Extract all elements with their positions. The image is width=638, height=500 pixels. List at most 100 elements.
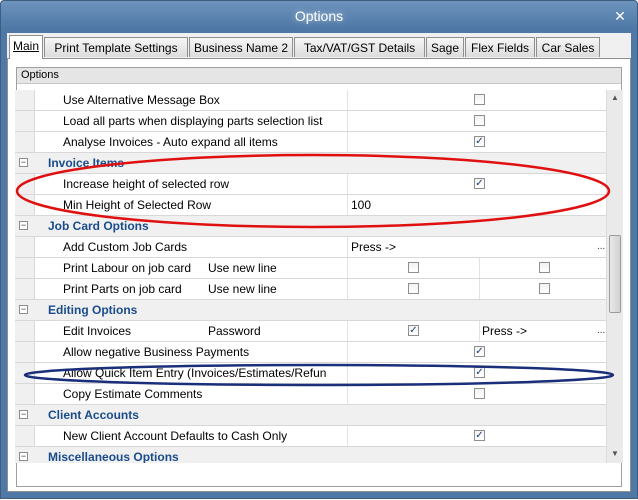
window-title: Options xyxy=(294,8,344,24)
ellipsis-button[interactable]: ... xyxy=(597,325,605,336)
row-add-custom-job-cards: Add Custom Job Cards Press -> ... xyxy=(15,237,611,258)
row-label: Min Height of Selected Row xyxy=(63,198,212,212)
row-load-all-parts: Load all parts when displaying parts sel… xyxy=(15,111,611,132)
row-label: Increase height of selected row xyxy=(63,177,230,191)
collapse-icon[interactable]: − xyxy=(19,221,28,230)
row-min-height-selected-row: Min Height of Selected Row 100 xyxy=(15,195,611,216)
scroll-thumb[interactable] xyxy=(609,235,621,313)
tab-main-label: Main xyxy=(12,39,39,53)
tab-flex-fields[interactable]: Flex Fields xyxy=(465,37,535,57)
row-sublabel: Password xyxy=(208,324,261,338)
column-divider xyxy=(347,90,348,110)
row-analyse-invoices: Analyse Invoices - Auto expand all items… xyxy=(15,132,611,153)
category-editing-options[interactable]: − Editing Options xyxy=(15,300,611,321)
category-label: Miscellaneous Options xyxy=(48,450,179,463)
row-label: Allow negative Business Payments xyxy=(63,345,250,359)
scroll-down-icon[interactable]: ▼ xyxy=(607,446,623,462)
row-label: Print Labour on job card xyxy=(63,261,192,275)
column-divider xyxy=(347,111,348,131)
tab-strip: Main Print Template Settings Business Na… xyxy=(7,35,631,59)
checkbox-edit-invoices-password[interactable]: ✓ xyxy=(408,325,419,336)
tab-tax-vat-gst-details[interactable]: Tax/VAT/GST Details xyxy=(294,37,425,57)
column-divider xyxy=(479,258,480,278)
row-use-alternative-message-box: Use Alternative Message Box xyxy=(15,90,611,111)
category-label: Editing Options xyxy=(48,303,138,317)
collapse-icon[interactable]: − xyxy=(19,410,28,419)
checkbox-analyse-invoices[interactable]: ✓ xyxy=(474,136,485,147)
column-divider xyxy=(347,237,348,257)
row-indent xyxy=(15,132,35,152)
row-indent xyxy=(15,237,35,257)
row-indent xyxy=(15,321,35,341)
column-divider xyxy=(479,279,480,299)
row-label: New Client Account Defaults to Cash Only xyxy=(63,429,288,443)
checkbox-increase-height-selected-row[interactable]: ✓ xyxy=(474,178,485,189)
tab-print-template-settings[interactable]: Print Template Settings xyxy=(44,37,188,57)
checkbox-print-parts-1[interactable] xyxy=(408,283,419,294)
tab-main[interactable]: Main xyxy=(9,35,43,59)
row-indent xyxy=(15,111,35,131)
category-label: Job Card Options xyxy=(48,219,149,233)
column-divider xyxy=(347,321,348,341)
checkbox-allow-quick-item-entry[interactable]: ✓ xyxy=(474,367,485,378)
row-label: Analyse Invoices - Auto expand all items xyxy=(63,135,278,149)
checkbox-new-client-account-cash-only[interactable]: ✓ xyxy=(474,430,485,441)
checkbox-allow-negative-business-payments[interactable]: ✓ xyxy=(474,346,485,357)
row-indent xyxy=(15,279,35,299)
row-label: Use Alternative Message Box xyxy=(63,93,220,107)
collapse-icon[interactable]: − xyxy=(19,305,28,314)
min-height-value-field[interactable]: 100 xyxy=(351,198,371,212)
row-label: Add Custom Job Cards xyxy=(63,240,188,254)
tab-car-sales[interactable]: Car Sales xyxy=(536,37,600,57)
collapse-icon[interactable]: − xyxy=(19,158,28,167)
column-divider xyxy=(347,384,348,404)
category-invoice-items[interactable]: − Invoice Items xyxy=(15,153,611,174)
row-edit-invoices: Edit Invoices Password ✓ Press -> ... xyxy=(15,321,611,342)
checkbox-print-labour-1[interactable] xyxy=(408,262,419,273)
row-new-client-account-cash-only: New Client Account Defaults to Cash Only… xyxy=(15,426,611,447)
checkbox-use-alternative-message-box[interactable] xyxy=(474,94,485,105)
add-custom-job-cards-value[interactable]: Press -> xyxy=(351,240,396,254)
column-divider xyxy=(347,426,348,446)
row-print-parts-on-job-card: Print Parts on job card Use new line xyxy=(15,279,611,300)
row-label: Load all parts when displaying parts sel… xyxy=(63,114,323,128)
tab-business-name-2[interactable]: Business Name 2 xyxy=(189,37,293,57)
category-label: Invoice Items xyxy=(48,156,125,170)
checkbox-load-all-parts[interactable] xyxy=(474,115,485,126)
column-divider xyxy=(479,321,480,341)
tab-sage[interactable]: Sage xyxy=(426,37,464,57)
checkbox-print-parts-2[interactable] xyxy=(539,283,550,294)
row-copy-estimate-comments: Copy Estimate Comments xyxy=(15,384,611,405)
row-allow-quick-item-entry: Allow Quick Item Entry (Invoices/Estimat… xyxy=(15,363,611,384)
collapse-icon[interactable]: − xyxy=(19,452,28,461)
edit-invoices-value[interactable]: Press -> xyxy=(482,324,527,338)
vertical-scrollbar[interactable]: ▲ ▼ xyxy=(606,90,623,463)
row-label: Allow Quick Item Entry (Invoices/Estimat… xyxy=(63,366,327,380)
row-increase-height-selected-row: Increase height of selected row ✓ xyxy=(15,174,611,195)
row-sublabel: Use new line xyxy=(208,261,277,275)
ellipsis-button[interactable]: ... xyxy=(597,241,605,252)
row-label: Copy Estimate Comments xyxy=(63,387,203,401)
column-divider xyxy=(347,342,348,362)
row-label: Print Parts on job card xyxy=(63,282,182,296)
column-divider xyxy=(347,279,348,299)
scroll-up-icon[interactable]: ▲ xyxy=(607,90,623,106)
checkbox-copy-estimate-comments[interactable] xyxy=(474,388,485,399)
row-indent xyxy=(15,174,35,194)
close-icon[interactable]: ✕ xyxy=(612,9,628,23)
column-divider xyxy=(347,195,348,215)
row-sublabel: Use new line xyxy=(208,282,277,296)
row-indent xyxy=(15,384,35,404)
category-miscellaneous-options[interactable]: − Miscellaneous Options xyxy=(15,447,611,463)
title-bar[interactable]: Options ✕ xyxy=(1,1,637,31)
row-allow-negative-business-payments: Allow negative Business Payments ✓ xyxy=(15,342,611,363)
category-client-accounts[interactable]: − Client Accounts xyxy=(15,405,611,426)
category-label: Client Accounts xyxy=(48,408,139,422)
row-indent xyxy=(15,195,35,215)
column-divider xyxy=(347,132,348,152)
checkbox-print-labour-2[interactable] xyxy=(539,262,550,273)
options-group-header: Options xyxy=(17,68,621,84)
column-divider xyxy=(347,258,348,278)
category-job-card-options[interactable]: − Job Card Options xyxy=(15,216,611,237)
column-divider xyxy=(347,363,348,383)
